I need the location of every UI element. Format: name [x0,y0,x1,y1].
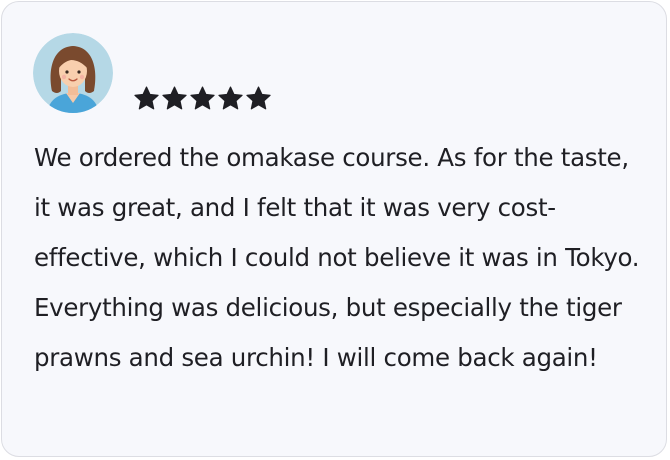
review-text: We ordered the omakase course. As for th… [34,143,640,372]
star-rating [133,85,272,113]
star-icon [162,86,187,110]
review-card: We ordered the omakase course. As for th… [1,1,667,457]
star-icon [218,86,243,110]
star-icon [246,86,271,110]
star-icon [190,86,215,110]
star-icon [134,86,159,110]
user-avatar-icon [33,33,113,113]
